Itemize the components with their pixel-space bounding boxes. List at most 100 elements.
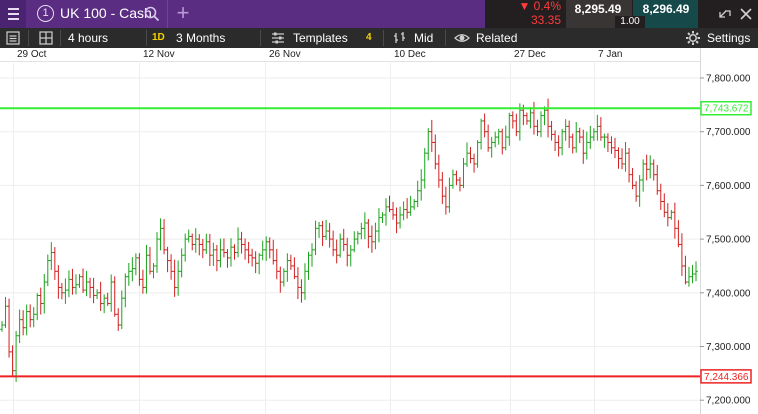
ohlc-bar	[447, 177, 452, 213]
ohlc-bar	[570, 133, 575, 154]
ohlc-bar	[88, 277, 92, 299]
related-button[interactable]: Related	[476, 28, 517, 48]
ohlc-bar	[0, 321, 4, 332]
ohlc-bar	[687, 266, 691, 287]
date-axis: 29 Oct 12 Nov 26 Nov 10 Dec 27 Dec 7 Jan	[0, 48, 700, 62]
ohlc-bar	[359, 222, 364, 240]
ohlc-bar	[151, 263, 156, 279]
ohlc-bar	[299, 279, 304, 303]
ohlc-bar	[514, 113, 519, 137]
header-divider	[167, 0, 168, 28]
ohlc-bar	[246, 241, 251, 264]
search-icon[interactable]	[143, 4, 161, 24]
templates-button[interactable]: Templates	[293, 28, 348, 48]
date-tick-label: 26 Nov	[269, 49, 301, 60]
ohlc-bar	[486, 124, 490, 152]
toolbar-divider	[28, 30, 29, 46]
toolbar-divider	[383, 30, 384, 46]
sliders-icon[interactable]	[270, 30, 286, 46]
range-selector[interactable]: 3 Months	[176, 28, 225, 48]
ohlc-bar	[155, 232, 159, 273]
ohlc-bar	[338, 233, 342, 258]
ohlc-bar	[197, 234, 202, 256]
ohlc-bar	[116, 308, 121, 331]
ohlc-bar	[437, 154, 441, 188]
ohlc-bar	[169, 254, 173, 280]
toolbar-menu-icon[interactable]	[5, 30, 21, 46]
gear-icon[interactable]	[685, 30, 701, 46]
ohlc-bar	[35, 293, 40, 321]
price-level-label: 7,244.366	[704, 372, 749, 383]
ohlc-bar	[7, 298, 11, 358]
interval-selector[interactable]: 4 hours	[68, 28, 108, 48]
ohlc-bar	[158, 218, 163, 251]
ohlc-bar	[70, 268, 75, 295]
ohlc-bar	[613, 137, 617, 159]
date-tick-label: 27 Dec	[514, 49, 546, 60]
ohlc-bar	[183, 233, 187, 262]
ohlc-bar	[401, 201, 406, 221]
ohlc-bar	[211, 242, 216, 267]
price-chart[interactable]: 7,743.672 7,244.366 7,200.000 7,300.000 7,4…	[0, 48, 758, 414]
plus-icon[interactable]: +	[172, 1, 194, 27]
ohlc-bar	[433, 134, 438, 170]
ohlc-bar	[81, 268, 85, 294]
ohlc-bar	[310, 243, 314, 267]
ohlc-bar	[327, 222, 332, 248]
ohlc-bar	[384, 198, 388, 226]
ohlc-bar	[493, 131, 497, 148]
ohlc-bar	[658, 183, 663, 210]
price-tick-label: 7,700.000	[706, 127, 751, 138]
price-type-selector[interactable]: Mid	[414, 28, 433, 48]
ohlc-bar	[415, 180, 420, 208]
ohlc-bar	[313, 220, 318, 256]
ohlc-bar	[602, 133, 607, 148]
ohlc-bar	[218, 238, 223, 268]
hamburger-menu-icon[interactable]	[0, 0, 26, 28]
ohlc-bar	[620, 148, 624, 170]
ohlc-bar	[14, 330, 18, 382]
ohlc-bar	[584, 131, 589, 160]
ohlc-bar	[468, 147, 473, 164]
ohlc-bar	[296, 267, 300, 300]
ohlc-bar	[348, 245, 353, 267]
spread-value: 1.00	[615, 16, 645, 28]
ohlc-bar	[225, 249, 230, 268]
ohlc-bar	[42, 274, 47, 314]
ohlc-bar	[253, 251, 258, 274]
ohlc-bar	[239, 231, 244, 254]
ohlc-bar	[98, 281, 103, 311]
ohlc-bar	[644, 154, 649, 181]
sell-price: 8,295.49	[574, 2, 622, 16]
ohlc-bar	[130, 257, 135, 282]
ohlc-bar	[77, 274, 82, 288]
ohlc-bar	[655, 164, 660, 195]
ohlc-bar	[222, 238, 226, 258]
ohlc-bar	[511, 111, 515, 129]
ohlc-bar	[215, 244, 219, 272]
close-icon[interactable]	[738, 5, 754, 23]
ohlc-bar	[690, 264, 695, 284]
layout-grid-icon[interactable]	[38, 30, 54, 46]
ohlc-bar	[535, 119, 540, 136]
settings-button[interactable]: Settings	[707, 28, 750, 48]
price-change: ▼ 0.4% 33.35	[505, 0, 561, 27]
ohlc-bar	[356, 231, 360, 245]
toolbar-divider	[146, 30, 147, 46]
ohlc-bar	[592, 128, 596, 141]
ohlc-bar	[461, 158, 466, 189]
ohlc-bar	[201, 239, 205, 259]
bar-chart-icon[interactable]	[392, 30, 408, 46]
instrument-name[interactable]: UK 100 - Cash	[60, 5, 152, 21]
minimize-icon[interactable]	[717, 5, 733, 23]
price-tick-label: 7,800.000	[706, 74, 751, 85]
ohlc-bar	[63, 278, 68, 304]
ohlc-bar	[24, 304, 29, 336]
ohlc-bar	[141, 269, 145, 294]
ohlc-bar	[91, 277, 96, 304]
eye-icon[interactable]	[454, 30, 470, 46]
ohlc-bar	[366, 218, 371, 249]
ohlc-bar	[232, 244, 237, 260]
ohlc-bar	[380, 212, 385, 224]
ohlc-bar	[363, 212, 367, 240]
